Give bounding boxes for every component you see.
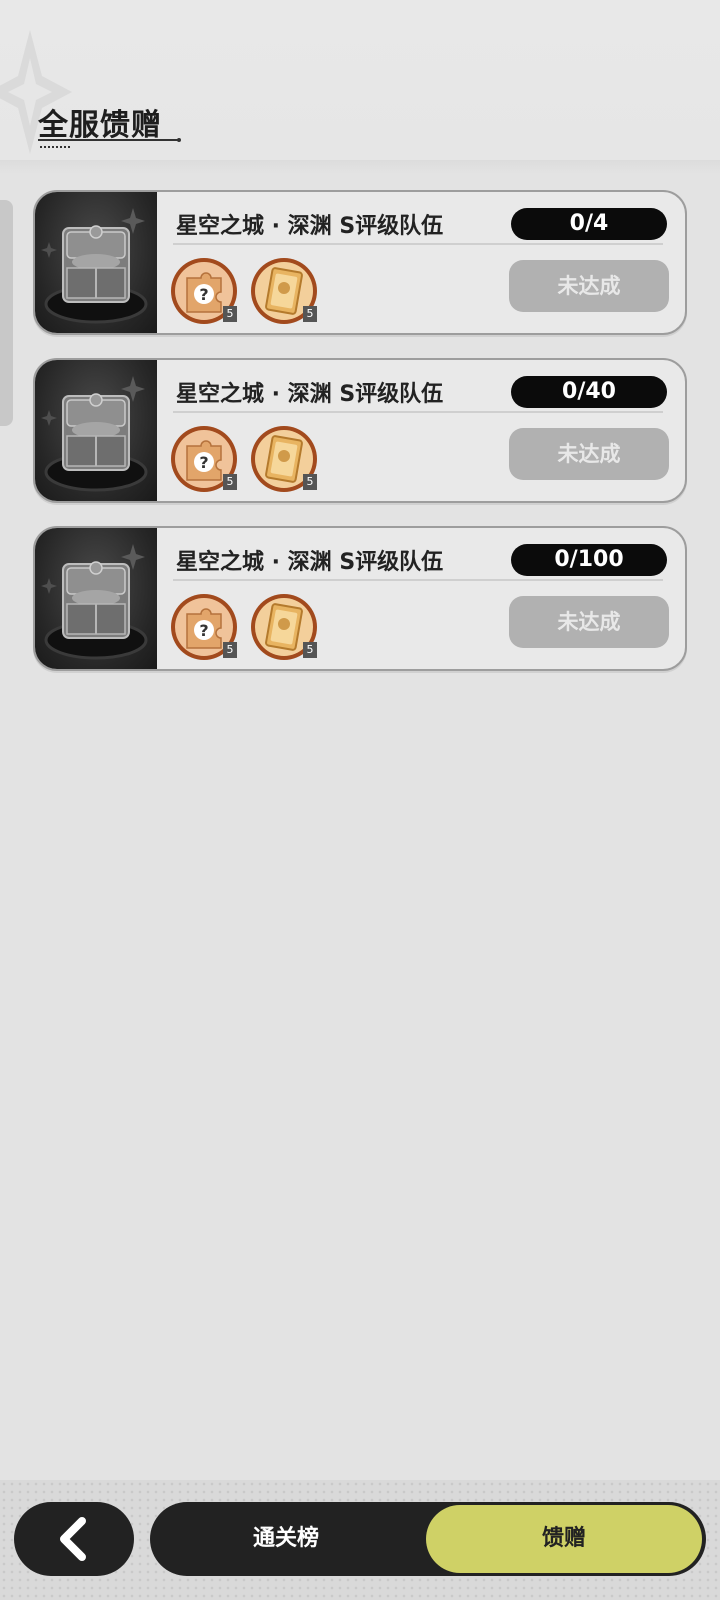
svg-text:?: ? — [199, 285, 208, 304]
reward-item-golden-card[interactable]: 5 — [249, 592, 319, 662]
reward-title: 星空之城 · 深渊 S评级队伍 — [176, 382, 444, 407]
reward-item-golden-card[interactable]: 5 — [249, 424, 319, 494]
claim-button[interactable]: 未达成 — [509, 260, 669, 312]
side-scroll-handle[interactable] — [0, 200, 13, 426]
item-count: 5 — [303, 306, 317, 322]
reward-item-mystery-puzzle[interactable]: ? 5 — [169, 592, 239, 662]
tab-ranking[interactable]: 通关榜 — [150, 1502, 422, 1576]
chest-thumbnail — [35, 192, 157, 333]
tab-gift[interactable]: 馈赠 — [426, 1505, 702, 1573]
header: 全服馈赠 — [0, 0, 720, 166]
reward-card: 星空之城 · 深渊 S评级队伍 0/100 ? 5 5 未达成 — [33, 526, 687, 671]
card-divider — [173, 243, 663, 245]
chevron-left-icon — [60, 1517, 86, 1561]
item-count: 5 — [223, 642, 237, 658]
header-divider — [0, 160, 720, 174]
reward-title: 星空之城 · 深渊 S评级队伍 — [176, 214, 444, 239]
reward-card: 星空之城 · 深渊 S评级队伍 0/40 ? 5 5 未达成 — [33, 358, 687, 503]
reward-item-mystery-puzzle[interactable]: ? 5 — [169, 256, 239, 326]
item-count: 5 — [223, 306, 237, 322]
reward-title: 星空之城 · 深渊 S评级队伍 — [176, 550, 444, 575]
item-count: 5 — [303, 642, 317, 658]
title-underline — [38, 138, 181, 142]
reward-card: 星空之城 · 深渊 S评级队伍 0/4 ? 5 5 未达成 — [33, 190, 687, 335]
card-divider — [173, 579, 663, 581]
chest-thumbnail — [35, 360, 157, 501]
treasure-chest-icon — [41, 544, 148, 660]
claim-button[interactable]: 未达成 — [509, 428, 669, 480]
item-count: 5 — [303, 474, 317, 490]
treasure-chest-icon — [41, 376, 148, 492]
page: 全服馈赠 星空之城 · 深渊 S评级队伍 0/4 ? 5 5 未达成 星空之城 … — [0, 0, 720, 1600]
item-count: 5 — [223, 474, 237, 490]
treasure-chest-icon — [41, 208, 148, 324]
svg-text:?: ? — [199, 621, 208, 640]
reward-item-golden-card[interactable]: 5 — [249, 256, 319, 326]
progress-counter: 0/40 — [511, 376, 667, 408]
page-title: 全服馈赠 — [38, 108, 162, 143]
chest-thumbnail — [35, 528, 157, 669]
card-divider — [173, 411, 663, 413]
svg-text:?: ? — [199, 453, 208, 472]
reward-item-mystery-puzzle[interactable]: ? 5 — [169, 424, 239, 494]
title-dots — [40, 146, 72, 148]
claim-button[interactable]: 未达成 — [509, 596, 669, 648]
bottom-tab-group: 通关榜 馈赠 — [150, 1502, 706, 1576]
back-button[interactable] — [14, 1502, 134, 1576]
progress-counter: 0/100 — [511, 544, 667, 576]
progress-counter: 0/4 — [511, 208, 667, 240]
